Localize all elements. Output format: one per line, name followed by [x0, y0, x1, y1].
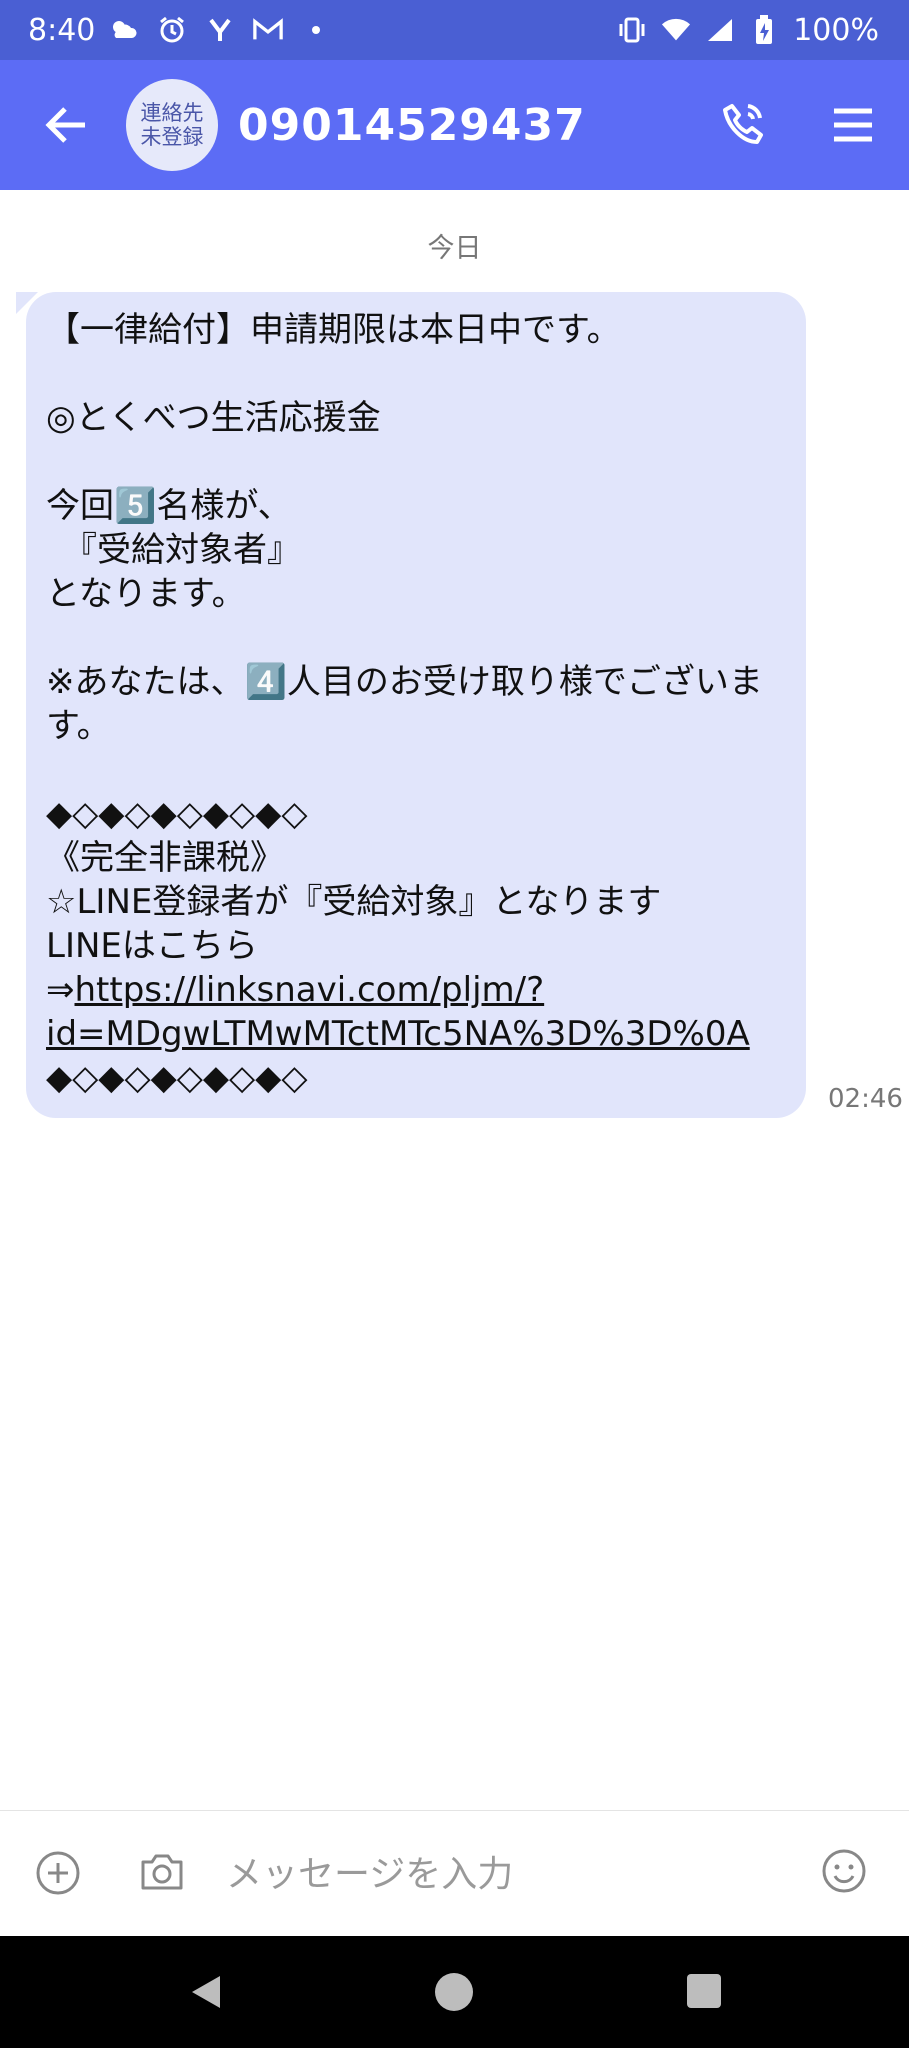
wifi-icon — [661, 15, 691, 45]
battery-charging-icon — [749, 15, 779, 45]
vibrate-icon — [617, 15, 647, 45]
system-nav-bar — [0, 1936, 909, 2048]
menu-button[interactable] — [830, 102, 876, 148]
signal-icon — [705, 15, 735, 45]
camera-icon — [141, 1854, 183, 1890]
nav-recents-icon — [687, 1974, 721, 2008]
back-arrow-icon — [45, 107, 85, 143]
battery-level: 100% — [793, 12, 879, 48]
avatar-label-line2: 未登録 — [140, 125, 204, 149]
back-button[interactable] — [40, 100, 90, 150]
status-time: 8:40 — [28, 12, 96, 48]
avatar-label-line1: 連絡先 — [140, 101, 204, 125]
status-bar: 8:40 100% — [0, 0, 909, 60]
call-button[interactable] — [718, 98, 772, 152]
message-link[interactable]: https://linksnavi.com/pljm/?id=MDgwLTMwM… — [46, 970, 750, 1054]
contact-number: 09014529437 — [238, 99, 586, 151]
add-circle-icon — [36, 1851, 80, 1895]
composer-bar: メッセージを入力 — [0, 1810, 909, 1937]
nav-home-button[interactable] — [434, 1972, 474, 2012]
camera-button[interactable] — [138, 1847, 186, 1895]
nav-back-icon — [192, 1976, 220, 2008]
nav-home-icon — [435, 1973, 473, 2011]
message-time: 02:46 — [828, 1084, 903, 1114]
message-body-bottom: ◆◇◆◇◆◇◆◇◆◇ — [46, 1058, 308, 1098]
emoji-icon — [822, 1849, 866, 1893]
menu-icon — [834, 108, 872, 142]
message-text: 【一律給付】申請期限は本日中です。 ◎とくべつ生活応援金 今回5️⃣名様が、 『… — [46, 308, 806, 1100]
emoji-button[interactable] — [820, 1847, 868, 1895]
nav-recents-button[interactable] — [686, 1973, 722, 2009]
message-body-top: 【一律給付】申請期限は本日中です。 ◎とくべつ生活応援金 今回5️⃣名様が、 『… — [46, 310, 763, 1010]
avatar[interactable]: 連絡先 未登録 — [126, 79, 218, 171]
phone-call-icon — [723, 104, 763, 144]
cloudy-sun-icon — [109, 15, 139, 45]
nav-back-button[interactable] — [186, 1972, 226, 2012]
date-separator: 今日 — [427, 233, 482, 264]
dot-icon — [301, 15, 331, 45]
y-icon — [205, 15, 235, 45]
add-button[interactable] — [34, 1849, 82, 1897]
alarm-icon — [157, 15, 187, 45]
message-input[interactable]: メッセージを入力 — [226, 1841, 786, 1901]
gmail-icon — [253, 15, 284, 45]
app-bar: 連絡先 未登録 09014529437 — [0, 60, 909, 190]
